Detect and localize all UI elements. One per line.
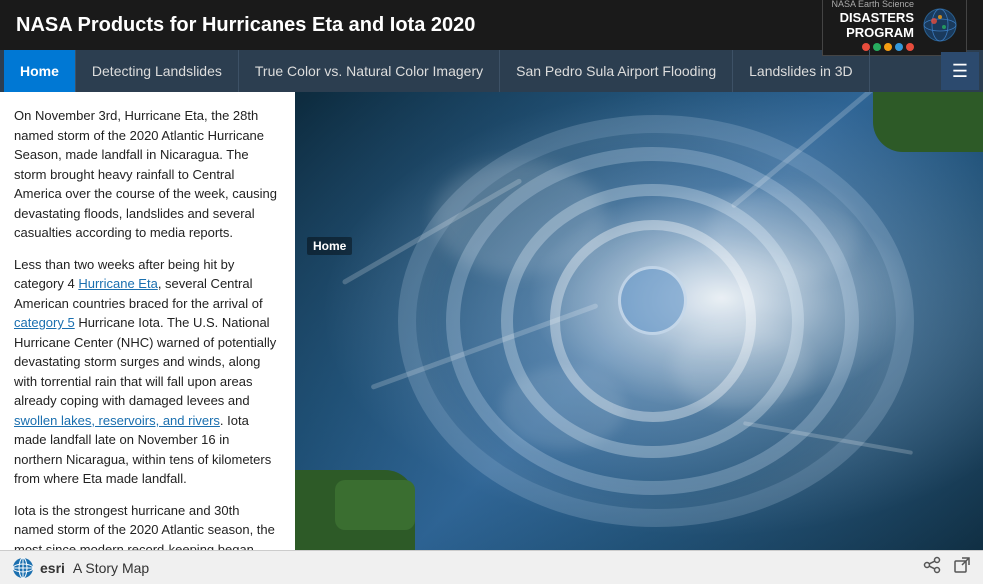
link-category5[interactable]: category 5 [14, 315, 75, 330]
paragraph-2: Less than two weeks after being hit by c… [14, 255, 281, 489]
nasa-globe-icon [922, 7, 958, 43]
paragraph-3: Iota is the strongest hurricane and 30th… [14, 501, 281, 551]
nasa-logo: NASA Earth ScienceDISASTERSPROGRAM [822, 0, 967, 56]
footer-left: esri A Story Map [12, 557, 149, 579]
page-title: NASA Products for Hurricanes Eta and Iot… [16, 14, 475, 37]
logo-dots [862, 43, 914, 51]
dot-red2 [906, 43, 914, 51]
logo-text: NASA Earth ScienceDISASTERSPROGRAM [831, 0, 914, 41]
link-swollen-lakes[interactable]: swollen lakes, reservoirs, and rivers [14, 413, 220, 428]
cloud-mass-2 [673, 321, 811, 413]
hurricane-label: Home [307, 237, 352, 255]
link-hurricane-eta[interactable]: Hurricane Eta [78, 276, 157, 291]
disasters-text: DISASTERSPROGRAM [840, 10, 914, 41]
logo-box: NASA Earth ScienceDISASTERSPROGRAM [822, 0, 967, 56]
nav-landslides-3d[interactable]: Landslides in 3D [733, 50, 870, 92]
dot-green [873, 43, 881, 51]
logo-icon-area [922, 7, 958, 43]
nav-home[interactable]: Home [4, 50, 76, 92]
cloud-mass-4 [708, 184, 859, 285]
external-link-icon[interactable] [953, 556, 971, 579]
story-map-label: A Story Map [73, 560, 149, 576]
main-content: On November 3rd, Hurricane Eta, the 28th… [0, 92, 983, 550]
nav-bar: Home Detecting Landslides True Color vs.… [0, 50, 983, 92]
land-mass-3 [873, 92, 983, 152]
external-svg [953, 556, 971, 574]
app-header: NASA Products for Hurricanes Eta and Iot… [0, 0, 983, 50]
nav-airport-flooding[interactable]: San Pedro Sula Airport Flooding [500, 50, 733, 92]
footer-bar: esri A Story Map [0, 550, 983, 584]
dot-blue [895, 43, 903, 51]
cloud-mass-3 [501, 367, 625, 449]
esri-label: esri [40, 560, 65, 576]
paragraph-1: On November 3rd, Hurricane Eta, the 28th… [14, 106, 281, 243]
share-icon[interactable] [923, 556, 941, 579]
hurricane-eye [618, 266, 687, 335]
text-panel: On November 3rd, Hurricane Eta, the 28th… [0, 92, 295, 550]
footer-icons [923, 556, 971, 579]
share-svg [923, 556, 941, 574]
cloud-mass-1 [433, 161, 605, 276]
esri-globe-icon [12, 557, 34, 579]
hurricane-image-panel: Home [295, 92, 983, 550]
hurricane-visual: Home [295, 92, 983, 550]
esri-logo: esri [12, 557, 65, 579]
land-mass-2 [335, 480, 415, 530]
dot-orange [884, 43, 892, 51]
nav-true-color[interactable]: True Color vs. Natural Color Imagery [239, 50, 500, 92]
nav-detecting-landslides[interactable]: Detecting Landslides [76, 50, 239, 92]
nav-menu-button[interactable]: ☰ [941, 52, 979, 90]
